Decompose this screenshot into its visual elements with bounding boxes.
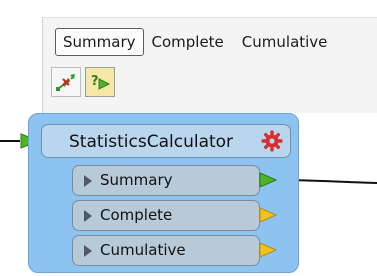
transformer-node[interactable]: StatisticsCalculator Summary Complete Cu…: [28, 113, 299, 273]
output-port-complete[interactable]: Complete: [72, 200, 277, 231]
tab-summary[interactable]: Summary: [55, 28, 144, 56]
node-header[interactable]: StatisticsCalculator: [41, 124, 291, 158]
workspace-canvas[interactable]: Summary Complete Cumulative ? Statistics…: [0, 0, 377, 276]
output-tabs: Summary Complete Cumulative: [55, 27, 333, 57]
output-port-arrow-icon[interactable]: [259, 207, 277, 223]
port-label: Complete: [100, 206, 173, 224]
summary-panel: Summary Complete Cumulative ?: [42, 17, 377, 113]
panel-toolbar: ?: [51, 67, 115, 97]
node-title: StatisticsCalculator: [69, 132, 234, 152]
expand-caret-icon[interactable]: [84, 175, 92, 187]
port-label: Cumulative: [100, 241, 186, 259]
input-connection-line[interactable]: [0, 140, 20, 142]
connection-tool-button[interactable]: [51, 67, 81, 97]
svg-text:?: ?: [91, 74, 99, 89]
connection-tool-icon: [56, 74, 75, 91]
output-port-arrow-icon[interactable]: [259, 172, 277, 188]
tab-complete[interactable]: Complete: [146, 28, 230, 56]
run-to-here-button[interactable]: ?: [85, 67, 115, 97]
output-port-summary[interactable]: Summary: [72, 165, 277, 196]
expand-caret-icon[interactable]: [84, 210, 92, 222]
output-port-cumulative[interactable]: Cumulative: [72, 235, 277, 266]
gear-icon[interactable]: [261, 130, 283, 152]
port-label: Summary: [100, 171, 173, 189]
expand-caret-icon[interactable]: [84, 245, 92, 257]
tab-cumulative[interactable]: Cumulative: [236, 28, 334, 56]
run-to-here-icon: ?: [91, 74, 111, 90]
output-port-arrow-icon[interactable]: [259, 242, 277, 258]
